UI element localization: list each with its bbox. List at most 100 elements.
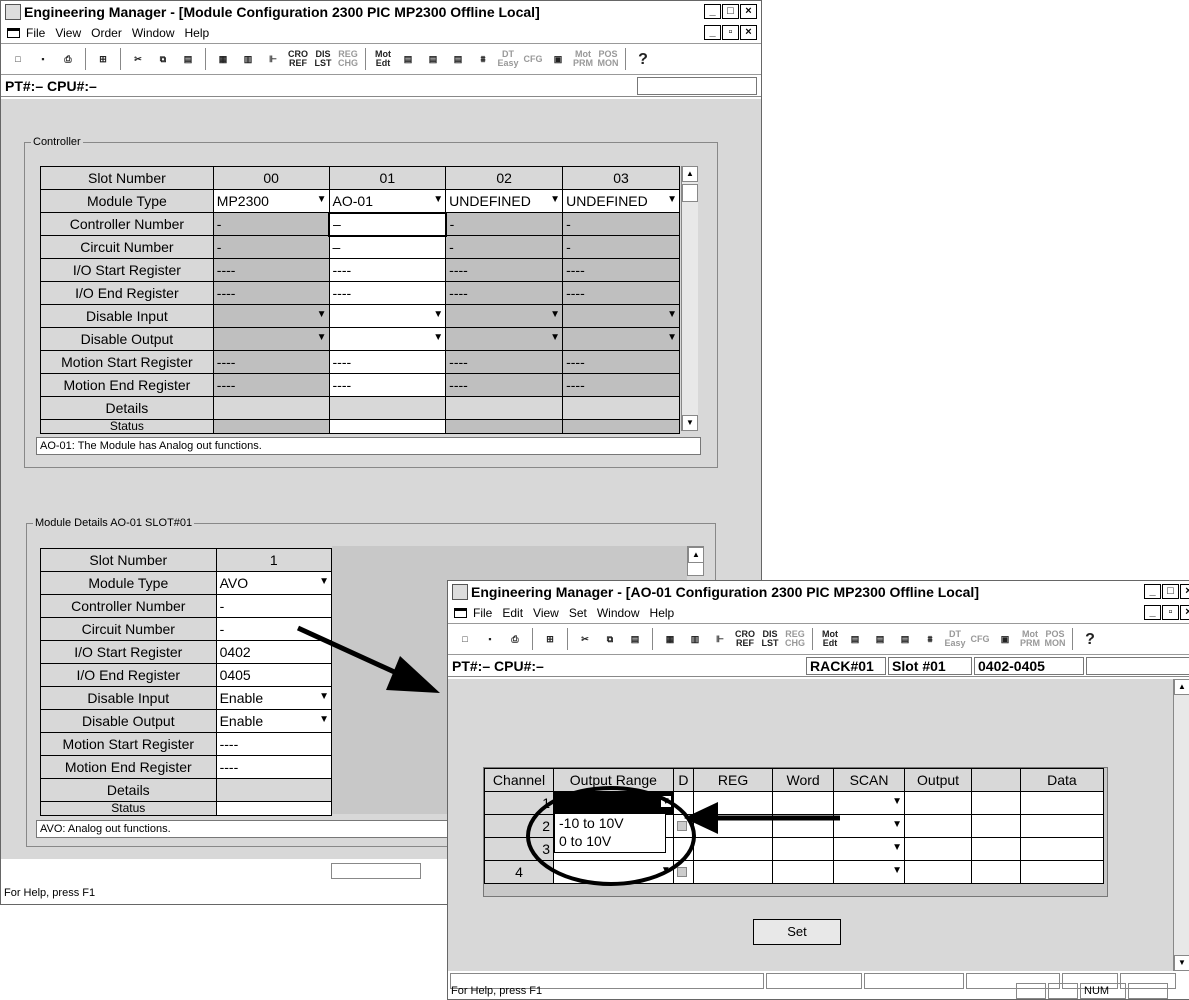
motion-start-01[interactable]: ---- (328, 350, 447, 374)
module-icon[interactable]: ▦ (212, 48, 234, 70)
network-icon[interactable]: ⊞ (539, 628, 561, 650)
controller-scrollbar[interactable]: ▲ ▼ (681, 166, 698, 431)
reg-cell[interactable] (693, 814, 774, 838)
doc-close-button[interactable]: × (1180, 605, 1189, 620)
menu-help[interactable]: Help (650, 606, 675, 620)
print-icon[interactable]: ⎙ (57, 48, 79, 70)
cut-icon[interactable]: ✂ (127, 48, 149, 70)
details-button-03[interactable] (562, 396, 680, 420)
new-file-icon[interactable]: □ (454, 628, 476, 650)
disable-output-select-00[interactable]: ▼ (212, 327, 330, 351)
dt-easy-icon[interactable]: DT Easy (944, 628, 966, 650)
dis-lst-icon[interactable]: DIS LST (759, 628, 781, 650)
data-cell[interactable] (1019, 837, 1105, 861)
doc-icon[interactable] (454, 608, 467, 618)
table2-icon[interactable]: ▤ (869, 628, 891, 650)
module-type-select-03[interactable]: UNDEFINED ▼ (562, 189, 680, 213)
mot-prm-icon[interactable]: Mot PRM (1019, 628, 1041, 650)
paste-icon[interactable]: ▤ (177, 48, 199, 70)
doc-close-button[interactable]: × (740, 25, 757, 40)
help-icon[interactable]: ? (1079, 628, 1101, 650)
scroll-up-icon[interactable]: ▲ (688, 547, 704, 563)
reg-cell[interactable] (693, 837, 774, 861)
cut-icon[interactable]: ✂ (574, 628, 596, 650)
mot-edt-icon[interactable]: Mot Edt (372, 48, 394, 70)
table3-icon[interactable]: ▤ (894, 628, 916, 650)
reg-cell[interactable] (693, 791, 774, 815)
print-icon[interactable]: ⎙ (504, 628, 526, 650)
menu-order[interactable]: Order (91, 26, 122, 40)
output-range-select-1[interactable]: ▼ (553, 791, 674, 815)
picture-icon[interactable]: ▣ (547, 48, 569, 70)
detail-details-button[interactable] (215, 778, 333, 802)
details-button-01[interactable] (328, 396, 447, 420)
detail-disable-output-select[interactable]: Enable ▼ (215, 709, 333, 733)
table-icon[interactable]: ▤ (844, 628, 866, 650)
details-button-00[interactable] (212, 396, 330, 420)
table-icon[interactable]: ▤ (397, 48, 419, 70)
mot-edt-icon[interactable]: Mot Edt (819, 628, 841, 650)
copy-icon[interactable]: ⧉ (152, 48, 174, 70)
pos-mon-icon[interactable]: POS MON (597, 48, 619, 70)
doc-icon[interactable] (7, 28, 20, 38)
module-icon[interactable]: ▦ (659, 628, 681, 650)
transfer-icon[interactable]: ▥ (237, 48, 259, 70)
data-cell[interactable] (1019, 791, 1105, 815)
cfg-icon[interactable]: CFG (522, 48, 544, 70)
minimize-button[interactable]: _ (704, 4, 721, 19)
controller-number-01[interactable]: – (328, 211, 447, 237)
ladder-icon[interactable]: ⊩ (709, 628, 731, 650)
menu-window[interactable]: Window (597, 606, 640, 620)
motion-end-01[interactable]: ---- (328, 373, 447, 397)
set-button[interactable]: Set (753, 919, 841, 945)
mot-prm-icon[interactable]: Mot PRM (572, 48, 594, 70)
data-cell[interactable] (1019, 814, 1105, 838)
doc-restore-button[interactable]: ▫ (1162, 605, 1179, 620)
help-icon[interactable]: ? (632, 48, 654, 70)
data-cell[interactable] (1019, 860, 1105, 884)
paste-icon[interactable]: ▤ (624, 628, 646, 650)
word-cell[interactable] (772, 860, 835, 884)
disable-input-select-00[interactable]: ▼ (212, 304, 330, 328)
copy-icon[interactable]: ⧉ (599, 628, 621, 650)
io-start-01[interactable]: ---- (328, 258, 447, 282)
menu-help[interactable]: Help (185, 26, 210, 40)
transfer-icon[interactable]: ▥ (684, 628, 706, 650)
scroll-down-icon[interactable]: ▼ (682, 415, 698, 431)
ladder-icon[interactable]: ⊩ (262, 48, 284, 70)
details-button-02[interactable] (445, 396, 564, 420)
disable-input-select-02[interactable]: ▼ (445, 304, 564, 328)
reg-cell[interactable] (693, 860, 774, 884)
detail-module-type-select[interactable]: AVO ▼ (215, 571, 333, 595)
disable-input-select-01[interactable]: ▼ (328, 304, 447, 328)
cro-ref-icon[interactable]: CRO REF (287, 48, 309, 70)
disable-output-select-02[interactable]: ▼ (445, 327, 564, 351)
d-checkbox-1[interactable] (672, 791, 695, 815)
close-button[interactable]: × (740, 4, 757, 19)
scroll-down-icon[interactable]: ▼ (1174, 955, 1189, 971)
menu-view[interactable]: View (533, 606, 559, 620)
new-file-icon[interactable]: □ (7, 48, 29, 70)
scan-select-4[interactable]: ▼ (833, 860, 906, 884)
doc-minimize-button[interactable]: _ (1144, 605, 1161, 620)
menu-file[interactable]: File (473, 606, 492, 620)
cro-ref-icon[interactable]: CRO REF (734, 628, 756, 650)
reg-chg-icon[interactable]: REG CHG (784, 628, 806, 650)
module-type-select-01[interactable]: AO-01 ▼ (328, 189, 447, 213)
scan-select-3[interactable]: ▼ (833, 837, 906, 861)
disable-output-select-01[interactable]: ▼ (328, 327, 447, 351)
option-minus10-to-10v[interactable]: -10 to 10V (555, 814, 665, 832)
close-button[interactable]: × (1180, 584, 1189, 599)
detail-io-end[interactable]: 0405 (215, 663, 333, 687)
table3-icon[interactable]: ▤ (447, 48, 469, 70)
d-checkbox-4[interactable] (672, 860, 695, 884)
vertical-scrollbar[interactable]: ▲ ▼ (1173, 679, 1189, 971)
dt-easy-icon[interactable]: DT Easy (497, 48, 519, 70)
detail-motion-start[interactable]: ---- (215, 732, 333, 756)
minimize-button[interactable]: _ (1144, 584, 1161, 599)
detail-disable-input-select[interactable]: Enable ▼ (215, 686, 333, 710)
maximize-button[interactable]: □ (1162, 584, 1179, 599)
doc-restore-button[interactable]: ▫ (722, 25, 739, 40)
scroll-thumb[interactable] (682, 184, 698, 202)
scroll-up-icon[interactable]: ▲ (682, 166, 698, 182)
